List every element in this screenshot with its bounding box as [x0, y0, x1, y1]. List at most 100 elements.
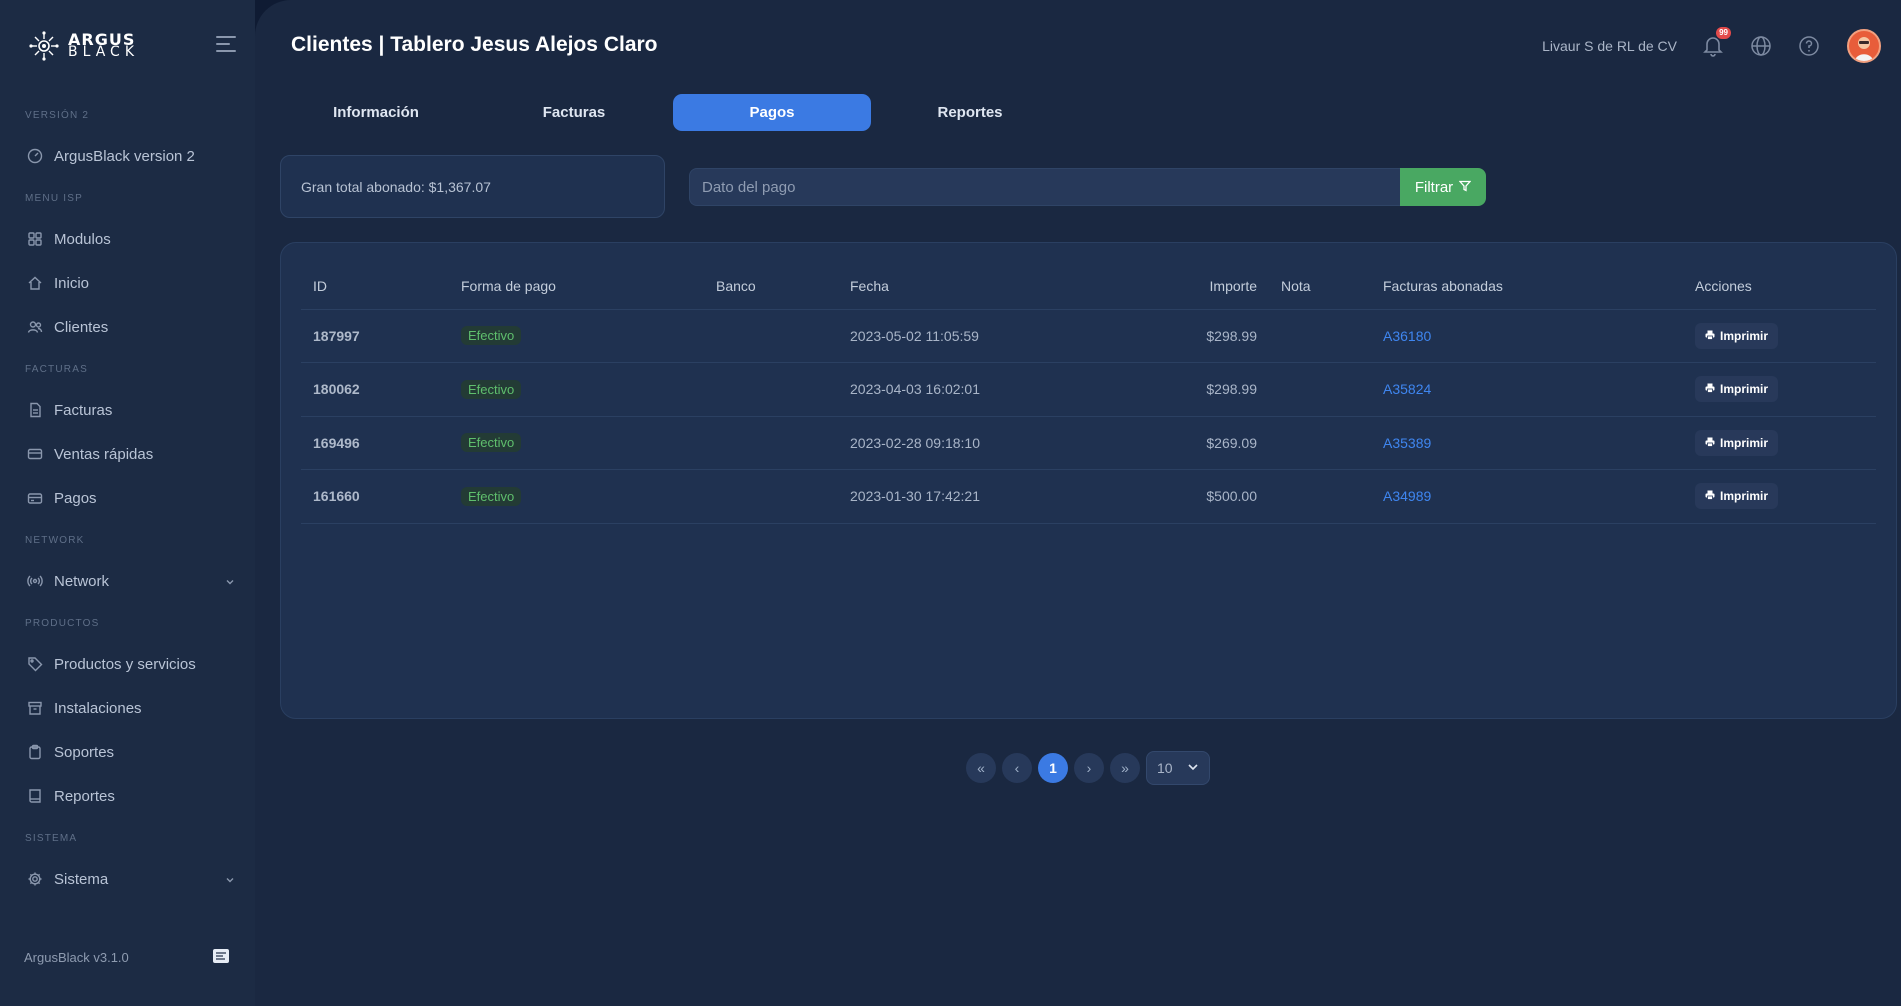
- filter-button[interactable]: Filtrar: [1400, 168, 1486, 206]
- avatar[interactable]: [1847, 29, 1881, 63]
- filter-icon: [1458, 179, 1472, 196]
- menu-toggle-icon[interactable]: [216, 36, 238, 54]
- sidebar-item-ventas-rapidas[interactable]: Ventas rápidas: [25, 439, 235, 469]
- printer-icon: [1705, 329, 1715, 343]
- clipboard-icon: [25, 742, 45, 762]
- bell-icon[interactable]: 99: [1701, 27, 1731, 58]
- prev-page-button[interactable]: ‹: [1002, 753, 1032, 783]
- cell-fecha: 2023-04-03 16:02:01: [838, 362, 1120, 417]
- sidebar-item-label: Ventas rápidas: [54, 445, 154, 463]
- column-header-facturas-abonadas[interactable]: Facturas abonadas: [1371, 263, 1683, 310]
- sidebar-item-modulos[interactable]: Modulos: [25, 224, 235, 254]
- column-header-banco[interactable]: Banco: [704, 263, 838, 310]
- print-button[interactable]: Imprimir: [1695, 483, 1779, 510]
- logo[interactable]: ARGUS BLACK: [28, 30, 139, 62]
- sidebar-item-inicio[interactable]: Inicio: [25, 268, 235, 298]
- cell-importe: $298.99: [1120, 362, 1257, 417]
- next-page-button[interactable]: ›: [1074, 753, 1104, 783]
- tab-reportes[interactable]: Reportes: [871, 94, 1069, 131]
- invoice-link[interactable]: A36180: [1383, 328, 1431, 344]
- header-actions: Livaur S de RL de CV 99: [1542, 26, 1881, 66]
- sidebar-item-sistema[interactable]: Sistema: [25, 864, 235, 894]
- cell-id: 187997: [301, 309, 449, 363]
- sidebar-item-label: Soportes: [54, 743, 115, 761]
- credit-card-icon: [25, 444, 45, 464]
- sidebar-item-reportes[interactable]: Reportes: [25, 781, 235, 811]
- printer-icon: [1705, 382, 1715, 396]
- sidebar-item-facturas[interactable]: Facturas: [25, 395, 235, 425]
- help-icon[interactable]: [1797, 34, 1821, 58]
- print-button[interactable]: Imprimir: [1695, 376, 1779, 403]
- invoice-link[interactable]: A35824: [1383, 381, 1431, 397]
- grand-total-box: Gran total abonado: $1,367.07: [280, 155, 665, 218]
- cell-forma-pago: Efectivo: [449, 362, 704, 417]
- column-header-id[interactable]: ID: [301, 263, 449, 310]
- table-header-row: ID Forma de pago Banco Fecha Importe Not…: [301, 263, 1876, 310]
- cell-fecha: 2023-01-30 17:42:21: [838, 469, 1120, 524]
- page-size-select[interactable]: 10: [1146, 751, 1210, 785]
- sidebar-item-soportes[interactable]: Soportes: [25, 737, 235, 767]
- first-page-button[interactable]: «: [966, 753, 996, 783]
- company-name: Livaur S de RL de CV: [1542, 38, 1677, 54]
- sidebar-item-pagos[interactable]: Pagos: [25, 483, 235, 513]
- column-header-nota[interactable]: Nota: [1257, 263, 1371, 310]
- sidebar-item-label: Facturas: [54, 401, 113, 419]
- section-label-network: NETWORK: [25, 535, 85, 546]
- cell-acciones: Imprimir: [1683, 362, 1876, 417]
- table-row: 180062 Efectivo 2023-04-03 16:02:01 $298…: [301, 362, 1876, 417]
- sidebar-item-argusblack-v2[interactable]: ArgusBlack version 2: [25, 141, 235, 171]
- table-row: 169496 Efectivo 2023-02-28 09:18:10 $269…: [301, 416, 1876, 470]
- gear-icon: [25, 869, 45, 889]
- sidebar-item-label: Sistema: [54, 870, 109, 888]
- argus-logo-icon: [29, 31, 59, 61]
- language-selector-icon[interactable]: [212, 948, 230, 969]
- cell-acciones: Imprimir: [1683, 416, 1876, 470]
- print-button[interactable]: Imprimir: [1695, 322, 1779, 349]
- section-label-facturas: FACTURAS: [25, 364, 88, 375]
- last-page-button[interactable]: »: [1110, 753, 1140, 783]
- page-title: Clientes | Tablero Jesus Alejos Claro: [291, 33, 658, 56]
- column-header-fecha[interactable]: Fecha: [838, 263, 1120, 310]
- print-button-label: Imprimir: [1720, 489, 1769, 504]
- sidebar-item-label: Pagos: [54, 489, 97, 507]
- payment-search-input[interactable]: [689, 168, 1400, 206]
- cell-banco: [704, 362, 838, 417]
- filter-button-label: Filtrar: [1414, 178, 1454, 196]
- archive-icon: [25, 698, 45, 718]
- tab-informacion[interactable]: Información: [277, 94, 475, 131]
- print-button-label: Imprimir: [1720, 328, 1769, 343]
- printer-icon: [1705, 436, 1715, 450]
- column-header-forma-pago[interactable]: Forma de pago: [449, 263, 704, 310]
- globe-icon[interactable]: [1749, 34, 1773, 58]
- notification-badge: 99: [1716, 27, 1731, 39]
- sidebar-item-clientes[interactable]: Clientes: [25, 312, 235, 342]
- sidebar-item-instalaciones[interactable]: Instalaciones: [25, 693, 235, 723]
- table-row: 161660 Efectivo 2023-01-30 17:42:21 $500…: [301, 469, 1876, 524]
- book-icon: [25, 786, 45, 806]
- page-button-current[interactable]: 1: [1038, 753, 1068, 783]
- cell-id: 169496: [301, 416, 449, 470]
- cell-fecha: 2023-02-28 09:18:10: [838, 416, 1120, 470]
- tab-pagos[interactable]: Pagos: [673, 94, 871, 131]
- invoice-link[interactable]: A34989: [1383, 488, 1431, 504]
- cell-nota: [1257, 416, 1371, 470]
- broadcast-icon: [25, 571, 45, 591]
- sidebar-item-network[interactable]: Network: [25, 566, 235, 596]
- print-button[interactable]: Imprimir: [1695, 429, 1779, 456]
- cell-nota: [1257, 362, 1371, 417]
- printer-icon: [1705, 489, 1715, 503]
- column-header-acciones: Acciones: [1683, 263, 1876, 310]
- invoice-link[interactable]: A35389: [1383, 435, 1431, 451]
- sidebar-item-productos[interactable]: Productos y servicios: [25, 649, 235, 679]
- column-header-importe[interactable]: Importe: [1120, 263, 1257, 310]
- cell-banco: [704, 469, 838, 524]
- grid-icon: [25, 229, 45, 249]
- payments-table-card: ID Forma de pago Banco Fecha Importe Not…: [280, 242, 1897, 719]
- tab-facturas[interactable]: Facturas: [475, 94, 673, 131]
- main-content: Clientes | Tablero Jesus Alejos Claro Li…: [255, 0, 1901, 1006]
- cell-acciones: Imprimir: [1683, 469, 1876, 524]
- table-row: 187997 Efectivo 2023-05-02 11:05:59 $298…: [301, 309, 1876, 363]
- section-label-productos: PRODUCTOS: [25, 618, 100, 629]
- section-label-menu-isp: MENU ISP: [25, 193, 83, 204]
- cell-importe: $269.09: [1120, 416, 1257, 470]
